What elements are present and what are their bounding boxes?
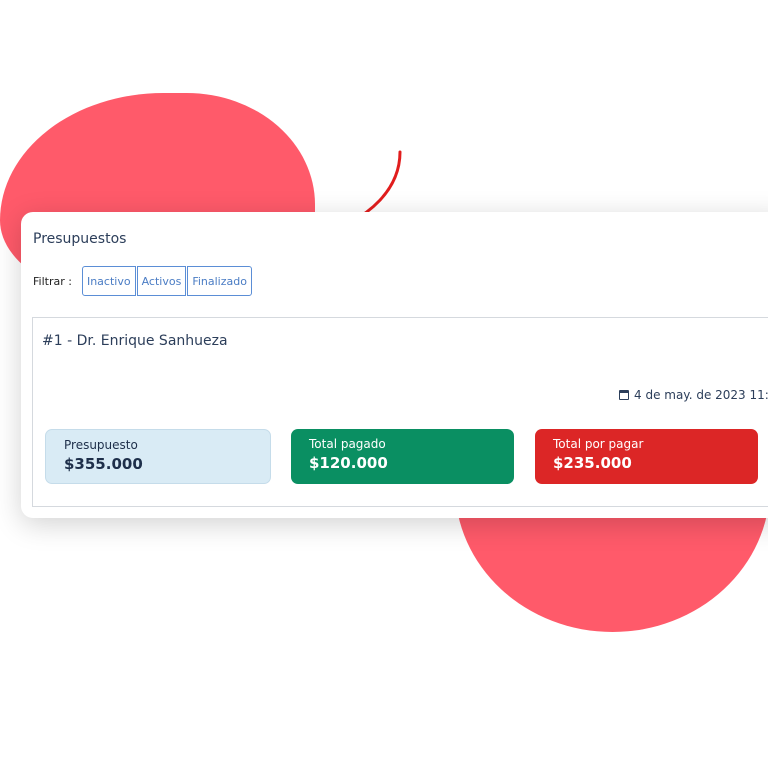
page-title: Presupuestos xyxy=(33,231,127,247)
budgets-card: Presupuestos Filtrar : Inactivo Activos … xyxy=(21,212,768,518)
presupuesto-label: Presupuesto xyxy=(64,438,138,452)
stage: Presupuestos Filtrar : Inactivo Activos … xyxy=(0,0,768,768)
total-pagado-tile: Total pagado $120.000 xyxy=(291,429,514,484)
total-pagado-value: $120.000 xyxy=(309,454,388,472)
filter-activos-button[interactable]: Activos xyxy=(136,266,187,296)
filter-label: Filtrar : xyxy=(33,274,72,288)
budget-date: 4 de may. de 2023 11:2 xyxy=(619,388,768,402)
total-por-pagar-tile: Total por pagar $235.000 xyxy=(535,429,758,484)
total-por-pagar-value: $235.000 xyxy=(553,454,632,472)
total-pagado-label: Total pagado xyxy=(309,437,386,451)
budget-date-text: 4 de may. de 2023 11:2 xyxy=(634,388,768,402)
filter-inactivo-button[interactable]: Inactivo xyxy=(81,266,136,296)
filter-button-group: Inactivo Activos Finalizado xyxy=(81,266,253,296)
filter-finalizado-button[interactable]: Finalizado xyxy=(187,266,252,296)
presupuesto-value: $355.000 xyxy=(64,455,143,473)
total-por-pagar-label: Total por pagar xyxy=(553,437,644,451)
calendar-icon xyxy=(619,390,629,400)
filter-bar: Filtrar : Inactivo Activos Finalizado xyxy=(33,266,253,296)
budget-patient-name: #1 - Dr. Enrique Sanhueza xyxy=(42,333,228,349)
budget-item[interactable]: #1 - Dr. Enrique Sanhueza 4 de may. de 2… xyxy=(32,317,768,507)
presupuesto-tile: Presupuesto $355.000 xyxy=(45,429,271,484)
